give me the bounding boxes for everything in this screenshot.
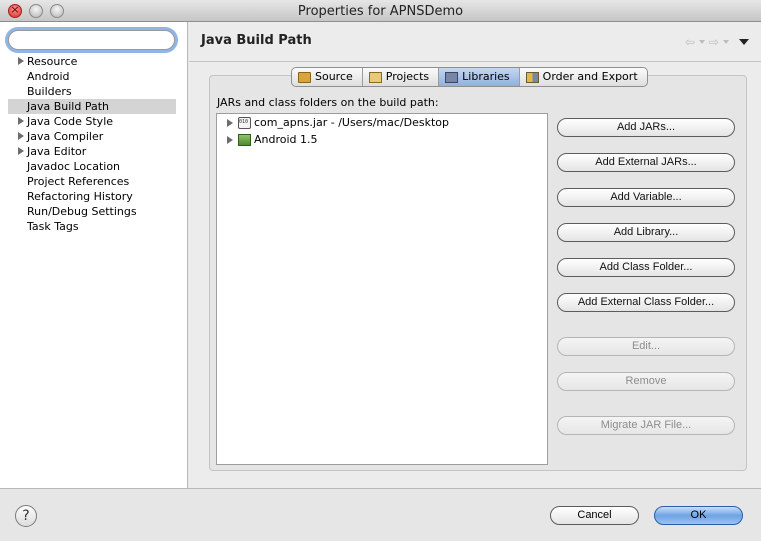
sidebar-item-label: Android	[27, 70, 70, 83]
tab-source[interactable]: Source	[292, 68, 363, 86]
list-item[interactable]: Android 1.5	[217, 131, 547, 148]
sidebar-item-java-code-style[interactable]: Java Code Style	[0, 114, 188, 129]
tab-label: Libraries	[462, 70, 510, 83]
expand-arrow-icon[interactable]	[227, 119, 233, 127]
tab-libraries[interactable]: Libraries	[439, 68, 520, 86]
view-menu-icon[interactable]	[739, 39, 749, 45]
build-path-label: JARs and class folders on the build path…	[217, 96, 439, 109]
list-item-label: Android 1.5	[254, 133, 318, 146]
sidebar-item-java-compiler[interactable]: Java Compiler	[0, 129, 188, 144]
sidebar-item-resource[interactable]: Resource	[0, 54, 188, 69]
sidebar-item-label: Resource	[27, 55, 78, 68]
add-class-folder-button[interactable]: Add Class Folder...	[557, 258, 735, 277]
add-library-button[interactable]: Add Library...	[557, 223, 735, 242]
sidebar-item-label: Task Tags	[27, 220, 79, 233]
back-history-dropdown-icon[interactable]	[698, 40, 705, 44]
sidebar-item-label: Java Editor	[27, 145, 87, 158]
forward-arrow-icon[interactable]: ⇨	[709, 35, 719, 49]
sidebar-item-android[interactable]: Android	[0, 69, 188, 84]
sidebar-item-javadoc-location[interactable]: Javadoc Location	[0, 159, 188, 174]
sidebar-item-label: Run/Debug Settings	[27, 205, 137, 218]
sidebar-item-refactoring-history[interactable]: Refactoring History	[0, 189, 188, 204]
filter-input[interactable]	[8, 30, 175, 50]
help-icon: ?	[22, 508, 30, 524]
forward-history-dropdown-icon[interactable]	[723, 40, 729, 44]
migrate-jar-file-button[interactable]: Migrate JAR File...	[557, 416, 735, 435]
page-header: Java Build Path ⇦ ⇨	[189, 22, 761, 62]
help-button[interactable]: ?	[15, 505, 37, 527]
edit-button[interactable]: Edit...	[557, 337, 735, 356]
projects-icon	[368, 71, 382, 83]
expand-arrow-icon[interactable]	[18, 117, 24, 125]
page-title: Java Build Path	[201, 33, 312, 48]
sidebar-item-run-debug-settings[interactable]: Run/Debug Settings	[0, 204, 188, 219]
tab-label: Order and Export	[542, 70, 638, 83]
sidebar-item-java-editor[interactable]: Java Editor	[0, 144, 188, 159]
sidebar-item-label: Project References	[27, 175, 130, 188]
cancel-button[interactable]: Cancel	[550, 506, 639, 525]
sidebar-item-java-build-path[interactable]: Java Build Path	[8, 99, 176, 114]
list-item-label: com_apns.jar - /Users/mac/Desktop	[254, 116, 449, 129]
sidebar-item-label: Java Build Path	[27, 100, 110, 113]
order-export-icon	[525, 71, 539, 83]
dialog-footer: ? Cancel OK	[0, 488, 761, 541]
add-variable-button[interactable]: Add Variable...	[557, 188, 735, 207]
sidebar-item-label: Java Compiler	[27, 130, 104, 143]
sidebar-item-project-references[interactable]: Project References	[0, 174, 188, 189]
sidebar-item-task-tags[interactable]: Task Tags	[0, 219, 188, 234]
add-external-class-folder-button[interactable]: Add External Class Folder...	[557, 293, 735, 312]
window-title: Properties for APNSDemo	[297, 4, 464, 19]
build-path-list[interactable]: com_apns.jar - /Users/mac/Desktop Androi…	[216, 113, 548, 465]
tab-projects[interactable]: Projects	[363, 68, 440, 86]
expand-arrow-icon[interactable]	[18, 147, 24, 155]
tab-label: Source	[315, 70, 353, 83]
expand-arrow-icon[interactable]	[18, 132, 24, 140]
sidebar-item-label: Refactoring History	[27, 190, 133, 203]
sidebar-item-label: Builders	[27, 85, 72, 98]
libraries-icon	[445, 71, 459, 83]
sidebar-item-label: Javadoc Location	[27, 160, 121, 173]
expand-arrow-icon[interactable]	[18, 57, 24, 65]
back-arrow-icon[interactable]: ⇦	[685, 35, 695, 49]
ok-button[interactable]: OK	[654, 506, 743, 525]
remove-button[interactable]: Remove	[557, 372, 735, 391]
tab-bar: Source Projects Libraries Order and Expo…	[291, 67, 648, 87]
library-icon	[238, 134, 251, 146]
tab-label: Projects	[385, 70, 430, 83]
list-item[interactable]: com_apns.jar - /Users/mac/Desktop	[217, 114, 547, 131]
title-bar: × Properties for APNSDemo	[0, 0, 761, 22]
page-navigation: ⇦ ⇨	[685, 35, 749, 49]
sidebar-item-label: Java Code Style	[27, 115, 114, 128]
add-jars-button[interactable]: Add JARs...	[557, 118, 735, 137]
property-tree: Resource Android Builders Java Build Pat…	[0, 54, 188, 234]
main-panel: Java Build Path ⇦ ⇨ Source Projects Libr…	[189, 22, 761, 488]
sidebar-item-builders[interactable]: Builders	[0, 84, 188, 99]
add-external-jars-button[interactable]: Add External JARs...	[557, 153, 735, 172]
sidebar: Resource Android Builders Java Build Pat…	[0, 22, 188, 488]
expand-arrow-icon[interactable]	[227, 136, 233, 144]
source-folder-icon	[298, 71, 311, 83]
jar-icon	[238, 117, 251, 129]
tab-order-and-export[interactable]: Order and Export	[520, 68, 647, 86]
